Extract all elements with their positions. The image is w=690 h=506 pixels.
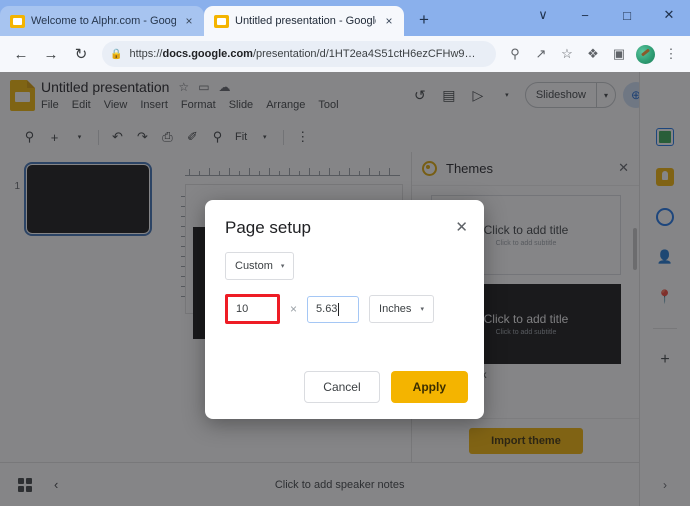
dialog-title: Page setup bbox=[225, 218, 312, 237]
reload-icon[interactable]: ↻ bbox=[68, 41, 94, 67]
lock-icon: 🔒 bbox=[110, 48, 123, 60]
window-controls: ∨ − □ ✕ bbox=[522, 0, 690, 30]
tab-title: Welcome to Alphr.com - Google bbox=[31, 15, 176, 27]
dimensions-row: 10 × 5.63 Inches ▾ bbox=[205, 280, 484, 324]
slides-favicon bbox=[10, 14, 25, 28]
dialog-header: Page setup ✕ bbox=[205, 200, 484, 238]
browser-window: Welcome to Alphr.com - Google × Untitled… bbox=[0, 0, 690, 506]
window-close-icon[interactable]: ✕ bbox=[648, 0, 690, 30]
address-bar[interactable]: 🔒 https://docs.google.com/presentation/d… bbox=[102, 41, 496, 67]
bookmark-star-icon[interactable]: ☆ bbox=[556, 41, 578, 67]
profile-avatar[interactable] bbox=[634, 41, 656, 67]
chrome-menu-icon[interactable]: ⋮ bbox=[660, 41, 682, 67]
browser-tab-1[interactable]: Welcome to Alphr.com - Google × bbox=[0, 6, 204, 36]
text-cursor bbox=[338, 302, 340, 316]
chevron-down-icon[interactable]: ∨ bbox=[522, 0, 564, 30]
slides-favicon bbox=[214, 14, 229, 28]
side-panel-icon[interactable]: ▣ bbox=[608, 41, 630, 67]
dimension-separator: × bbox=[290, 302, 298, 316]
back-icon[interactable]: ← bbox=[8, 41, 34, 67]
chevron-down-icon: ▾ bbox=[280, 263, 285, 270]
forward-icon[interactable]: → bbox=[38, 41, 64, 67]
maximize-icon[interactable]: □ bbox=[606, 0, 648, 30]
minimize-icon[interactable]: − bbox=[564, 0, 606, 30]
width-value: 10 bbox=[236, 303, 249, 315]
apply-button[interactable]: Apply bbox=[390, 371, 468, 403]
new-tab-button[interactable]: + bbox=[410, 6, 438, 34]
chevron-down-icon: ▾ bbox=[420, 306, 424, 313]
height-input[interactable]: 5.63 bbox=[307, 295, 360, 323]
extensions-icon[interactable]: ❖ bbox=[582, 41, 604, 67]
close-icon[interactable]: × bbox=[182, 15, 196, 27]
dialog-actions: Cancel Apply bbox=[304, 371, 468, 403]
search-icon[interactable]: ⚲ bbox=[504, 41, 526, 67]
unit-select[interactable]: Inches ▾ bbox=[369, 295, 434, 323]
close-icon[interactable]: × bbox=[382, 15, 396, 27]
url-text: https://docs.google.com/presentation/d/1… bbox=[129, 48, 476, 60]
close-icon[interactable]: ✕ bbox=[455, 218, 468, 235]
cancel-button[interactable]: Cancel bbox=[304, 371, 380, 403]
share-icon[interactable]: ↗ bbox=[530, 41, 552, 67]
height-value: 5.63 bbox=[316, 303, 338, 315]
unit-value: Inches bbox=[379, 303, 412, 315]
tab-strip: Welcome to Alphr.com - Google × Untitled… bbox=[0, 0, 690, 36]
tab-title: Untitled presentation - Google S bbox=[235, 15, 376, 27]
page-preset-value: Custom bbox=[235, 260, 273, 272]
omnibox-bar: ← → ↻ 🔒 https://docs.google.com/presenta… bbox=[0, 36, 690, 72]
page-preset-select[interactable]: Custom ▾ bbox=[225, 252, 295, 280]
browser-tab-2[interactable]: Untitled presentation - Google S × bbox=[204, 6, 404, 36]
preset-row: Custom ▾ bbox=[205, 238, 484, 280]
page-setup-dialog: Page setup ✕ Custom ▾ 10 × 5.63 Inches ▾ bbox=[205, 200, 484, 419]
width-input[interactable]: 10 bbox=[225, 294, 280, 324]
